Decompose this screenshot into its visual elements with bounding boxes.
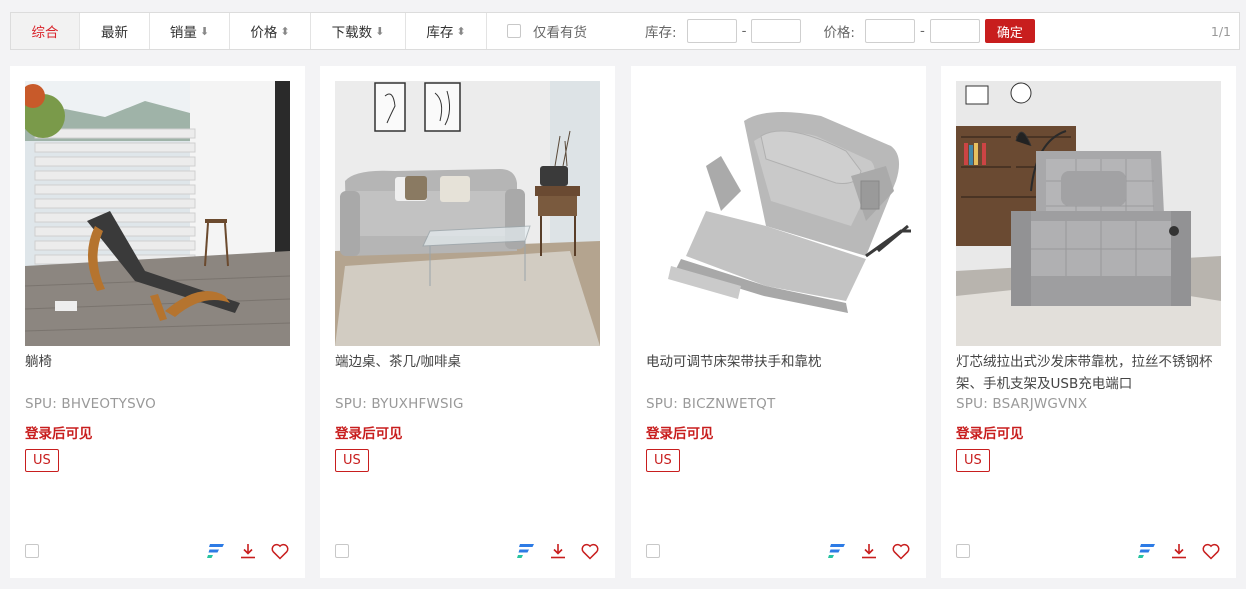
region-tag: US — [646, 449, 680, 472]
share-brand-icon[interactable] — [827, 541, 847, 561]
download-icon[interactable] — [238, 541, 258, 561]
share-brand-icon[interactable] — [1137, 541, 1157, 561]
range-dash: - — [741, 23, 747, 39]
product-select-checkbox[interactable] — [956, 544, 970, 558]
share-brand-icon[interactable] — [206, 541, 226, 561]
product-actions — [516, 541, 600, 561]
product-image[interactable] — [646, 81, 911, 346]
sort-tab-label: 下载数 — [331, 25, 373, 41]
lounge-chair-image — [25, 81, 290, 346]
product-spu: SPU: BHVEOTYSVO — [25, 396, 156, 412]
sort-tab-sales[interactable]: 销量 ⬇ — [150, 13, 230, 49]
sort-tab-price[interactable]: 价格 ⬍ — [230, 13, 311, 49]
price-login-hint: 登录后可见 — [25, 426, 93, 442]
price-login-hint: 登录后可见 — [956, 426, 1024, 442]
price-login-hint: 登录后可见 — [335, 426, 403, 442]
in-stock-label: 仅看有货 — [533, 25, 587, 41]
price-range-label: 价格: — [823, 25, 855, 41]
product-card[interactable]: 端边桌、茶几/咖啡桌 SPU: BYUXHFWSIG 登录后可见 US — [320, 66, 615, 578]
price-range: 价格: - 确定 — [823, 13, 1035, 49]
sort-tab-label: 最新 — [101, 25, 128, 41]
stock-min-input[interactable] — [686, 19, 737, 43]
heart-icon[interactable] — [580, 541, 600, 561]
region-tag: US — [335, 449, 369, 472]
download-icon[interactable] — [548, 541, 568, 561]
sort-tab-newest[interactable]: 最新 — [80, 13, 150, 49]
product-title[interactable]: 端边桌、茶几/咖啡桌 — [335, 351, 600, 373]
download-icon[interactable] — [1169, 541, 1189, 561]
heart-icon[interactable] — [270, 541, 290, 561]
product-image[interactable] — [335, 81, 600, 346]
in-stock-filter[interactable]: 仅看有货 — [487, 13, 637, 49]
stock-max-input[interactable] — [751, 19, 802, 43]
sort-tab-comprehensive[interactable]: 综合 — [11, 13, 80, 49]
product-select-checkbox[interactable] — [335, 544, 349, 558]
product-spu: SPU: BYUXHFWSIG — [335, 396, 464, 412]
product-card[interactable]: 躺椅 SPU: BHVEOTYSVO 登录后可见 US — [10, 66, 305, 578]
confirm-button[interactable]: 确定 — [984, 19, 1035, 43]
heart-icon[interactable] — [891, 541, 911, 561]
in-stock-checkbox[interactable] — [507, 24, 521, 38]
product-title[interactable]: 躺椅 — [25, 351, 290, 373]
product-actions — [1137, 541, 1221, 561]
product-spu: SPU: BICZNWETQT — [646, 396, 776, 412]
product-select-checkbox[interactable] — [25, 544, 39, 558]
sofa-coffee-table-image — [335, 81, 600, 346]
product-title[interactable]: 电动可调节床架带扶手和靠枕 — [646, 351, 911, 373]
download-icon[interactable] — [859, 541, 879, 561]
sort-down-icon: ⬇ — [199, 24, 210, 38]
product-card[interactable]: 灯芯绒拉出式沙发床带靠枕，拉丝不锈钢杯架、手机支架及USB充电端口 SPU: B… — [941, 66, 1236, 578]
price-min-input[interactable] — [865, 19, 915, 43]
sofa-bed-chair-image — [956, 81, 1221, 346]
product-select-checkbox[interactable] — [646, 544, 660, 558]
sort-tab-label: 综合 — [31, 25, 59, 41]
product-title[interactable]: 灯芯绒拉出式沙发床带靠枕，拉丝不锈钢杯架、手机支架及USB充电端口 — [956, 351, 1221, 395]
price-max-input[interactable] — [929, 19, 980, 43]
sort-tab-label: 销量 — [169, 25, 197, 41]
product-actions — [827, 541, 911, 561]
range-dash: - — [920, 23, 925, 39]
adjustable-bed-image — [646, 81, 911, 346]
region-tag: US — [956, 449, 990, 472]
sort-tab-label: 价格 — [250, 25, 278, 41]
stock-range-label: 库存: — [645, 25, 677, 41]
stock-range: 库存: - — [645, 13, 802, 49]
product-actions — [206, 541, 290, 561]
sort-tab-label: 库存 — [426, 25, 454, 41]
filter-toolbar: 综合 最新 销量 ⬇ 价格 ⬍ 下载数 ⬇ 库存 ⬍ 仅看有货 库存: - 价格… — [10, 12, 1240, 50]
share-brand-icon[interactable] — [516, 541, 536, 561]
product-spu: SPU: BSARJWGVNX — [956, 396, 1088, 412]
sort-updown-icon: ⬍ — [280, 24, 290, 38]
sort-updown-icon: ⬍ — [456, 24, 466, 38]
sort-tab-stock[interactable]: 库存 ⬍ — [406, 13, 487, 49]
sort-down-icon: ⬇ — [375, 24, 385, 38]
product-image[interactable] — [956, 81, 1221, 346]
price-login-hint: 登录后可见 — [646, 426, 714, 442]
pagination: 1/1 — [1210, 23, 1231, 39]
region-tag: US — [25, 449, 59, 472]
sort-tab-downloads[interactable]: 下载数 ⬇ — [311, 13, 406, 49]
product-card[interactable]: 电动可调节床架带扶手和靠枕 SPU: BICZNWETQT 登录后可见 US — [631, 66, 926, 578]
heart-icon[interactable] — [1201, 541, 1221, 561]
product-image[interactable] — [25, 81, 290, 346]
